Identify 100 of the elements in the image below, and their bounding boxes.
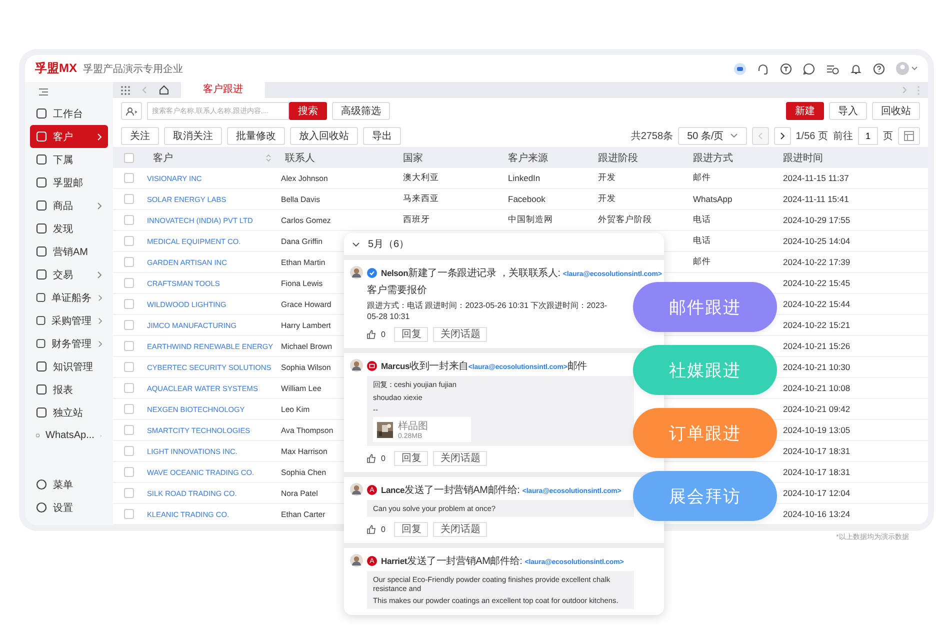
action-button[interactable]: 放入回收站 [290,126,358,144]
row-checkbox[interactable] [124,488,134,498]
like-count: 0 [381,330,386,340]
sort-icon[interactable] [266,154,271,162]
table-cell: 2024-10-22 15:21 [783,320,850,330]
table-cell: 2024-11-15 11:37 [783,173,849,183]
sidebar-item[interactable]: WhatsAp... [30,424,108,447]
row-checkbox[interactable] [124,341,134,351]
avatar-icon[interactable] [896,62,918,75]
row-checkbox[interactable] [124,278,134,288]
chat-bubble-icon[interactable] [734,62,746,74]
entry-button[interactable]: 回复 [394,522,428,538]
sidebar-item[interactable]: 单证船务 [30,286,108,309]
sidebar-item[interactable]: 设置 [30,496,108,519]
row-checkbox[interactable] [124,467,134,477]
row-checkbox[interactable] [124,383,134,393]
row-checkbox[interactable] [124,257,134,267]
row-checkbox[interactable] [124,173,134,183]
bell-icon[interactable] [850,62,862,74]
entry-button[interactable]: 回复 [394,451,428,466]
column-header[interactable]: 客户来源 [508,150,548,164]
sidebar-item[interactable]: 交易 [30,263,108,286]
sidebar-item[interactable]: 商品 [30,194,108,217]
action-button[interactable]: 取消关注 [164,126,222,144]
square-icon [36,131,47,142]
page-size-select[interactable]: 50 条/页 [678,126,747,144]
table-cell: LinkedIn [508,173,540,183]
circle-icon [36,479,47,490]
entry-button[interactable]: 关闭话题 [433,327,488,342]
row-checkbox[interactable] [124,236,134,246]
table-cell: 2024-10-17 18:31 [783,467,850,477]
column-header[interactable]: 跟进时间 [783,150,823,164]
table-cell: 2024-10-29 17:55 [783,215,850,225]
sidebar-item[interactable]: 菜单 [30,473,108,496]
column-header[interactable]: 跟进阶段 [598,150,638,164]
tab[interactable]: 客户跟进 [181,82,265,98]
next-page-button[interactable] [774,126,791,144]
thumbs-up-icon[interactable] [367,330,376,340]
thumbs-up-icon[interactable] [367,454,376,464]
sidebar-item[interactable]: 采购管理 [30,309,108,332]
thumbs-up-icon[interactable] [367,525,376,534]
sidebar-item[interactable]: 营销AM [30,240,108,263]
feature-pill: 社媒跟进 [633,345,777,395]
circle-t-icon[interactable] [780,62,792,74]
row-checkbox[interactable] [124,194,134,204]
advanced-filter-button[interactable]: 高级筛选 [332,102,390,120]
row-checkbox[interactable] [124,509,134,519]
toolbar-button[interactable]: 新建 [786,102,824,120]
row-checkbox[interactable] [124,362,134,372]
square-icon [36,246,47,257]
table-cell: Facebook [508,194,546,204]
square-icon [36,108,47,119]
column-header[interactable]: 跟进方式 [693,150,733,164]
row-checkbox[interactable] [124,425,134,435]
row-checkbox[interactable] [124,320,134,330]
column-header[interactable]: 客户 [153,150,173,164]
row-checkbox[interactable] [124,215,134,225]
select-all-checkbox[interactable] [124,152,134,162]
square-icon [36,384,47,395]
page-input[interactable]: 1 [858,126,878,144]
chevron-down-icon[interactable] [352,242,360,246]
list-clock-icon[interactable] [826,62,839,74]
table-cell: 2024-10-22 15:44 [783,299,850,309]
sidebar-item[interactable]: 孚盟邮 [30,171,108,194]
entry-button[interactable]: 回复 [394,327,428,342]
company-name: 孚盟产品演示专用企业 [83,62,183,76]
column-header[interactable]: 国家 [403,150,423,164]
person-icon [126,106,137,116]
sidebar-item[interactable]: 财务管理 [30,332,108,355]
table-cell: 2024-10-17 12:04 [783,488,850,498]
sidebar-item[interactable]: 工作台 [30,102,108,125]
menu-icon[interactable] [39,88,48,96]
action-button[interactable]: 导出 [363,126,401,144]
square-icon [36,292,46,303]
action-button[interactable]: 关注 [121,126,159,144]
page-indicator: 1/56 页 [796,130,828,142]
row-checkbox[interactable] [124,404,134,414]
entry-button[interactable]: 关闭话题 [433,522,488,538]
column-header[interactable]: 联系人 [285,150,315,164]
help-icon[interactable] [873,62,885,74]
row-checkbox[interactable] [124,299,134,309]
chevron-right-icon[interactable] [902,86,907,94]
chevron-left-icon[interactable] [142,86,147,94]
toolbar-button[interactable]: 导入 [829,102,867,120]
sidebar-item[interactable]: 报表 [30,378,108,401]
action-button[interactable]: 批量修改 [227,126,285,144]
sidebar-item[interactable]: 发现 [30,217,108,240]
sidebar-item[interactable]: 下属 [30,148,108,171]
contact-filter-button[interactable] [121,102,142,120]
sidebar-item[interactable]: 知识管理 [30,355,108,378]
grid-icon[interactable] [121,86,130,94]
sidebar-item[interactable]: 客户 [30,125,108,148]
row-checkbox[interactable] [124,446,134,456]
circle-icon [36,502,47,513]
toolbar-button[interactable]: 回收站 [872,102,920,120]
sidebar-item[interactable]: 独立站 [30,401,108,424]
column-settings-button[interactable] [898,126,920,144]
home-icon[interactable] [159,85,169,95]
entry-button[interactable]: 关闭话题 [433,451,488,466]
search-button[interactable]: 搜索 [289,102,327,120]
